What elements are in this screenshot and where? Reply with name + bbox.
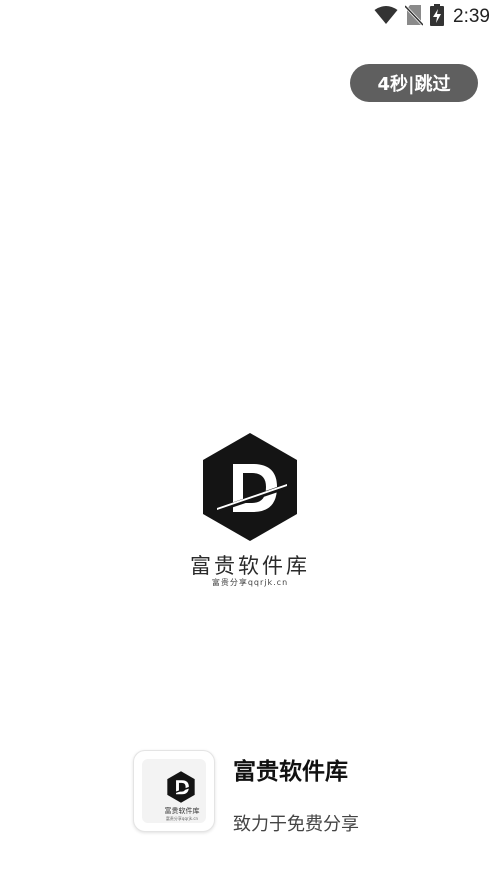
app-name: 富贵软件库 [233, 759, 348, 785]
hexagon-d-logo-icon [201, 432, 299, 542]
logo-subtitle: 富贵分享qqrjk.cn [211, 578, 289, 587]
app-icon: 富贵软件库 富贵分享qqrjk.cn [133, 750, 215, 832]
splash-logo: 富贵软件库 富贵分享qqrjk.cn [150, 430, 350, 590]
app-icon-inner: 富贵软件库 富贵分享qqrjk.cn [142, 759, 206, 823]
skip-button[interactable]: 4秒|跳过 [350, 64, 478, 102]
app-slogan: 致力于免费分享 [233, 814, 359, 835]
wifi-icon [374, 5, 398, 29]
logo-title: 富贵软件库 [190, 554, 310, 578]
status-bar: 2:39 [0, 0, 500, 34]
mini-hexagon-logo-icon [166, 771, 196, 803]
app-icon-title: 富贵软件库 [164, 807, 200, 815]
app-icon-subtitle: 富贵分享qqrjk.cn [165, 816, 199, 821]
splash-screen: 2:39 4秒|跳过 富贵软件库 富贵分享qqrjk.cn 富贵软件库 富贵分享… [0, 0, 500, 889]
status-time: 2:39 [453, 6, 490, 27]
no-sim-icon [403, 4, 425, 30]
status-icons: 2:39 [374, 4, 490, 30]
battery-charging-icon [430, 4, 445, 30]
bottom-branding: 富贵软件库 富贵分享qqrjk.cn 富贵软件库 致力于免费分享 [133, 750, 393, 835]
